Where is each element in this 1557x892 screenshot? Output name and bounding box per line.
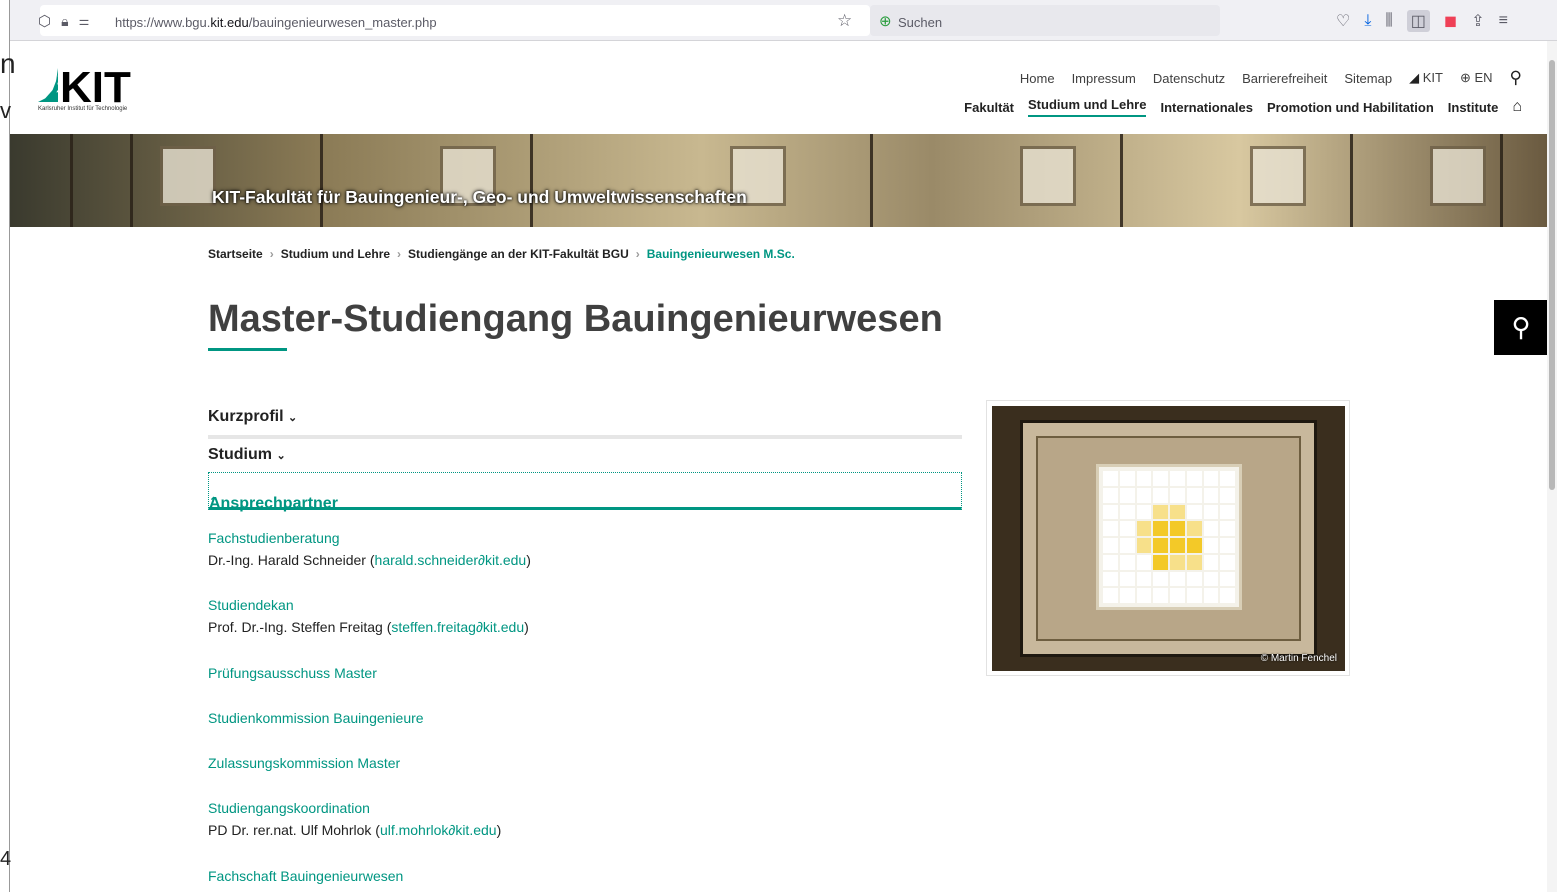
left-fragment: v (0, 98, 11, 123)
email-link[interactable]: steffen.freitag∂kit.edu (391, 619, 524, 635)
scrollbar-thumb[interactable] (1549, 60, 1555, 490)
contact-role-link[interactable]: Fachschaft Bauingenieurwesen (208, 865, 403, 887)
nav-internationales[interactable]: Internationales (1160, 100, 1252, 115)
meta-nav-sitemap[interactable]: Sitemap (1344, 71, 1392, 86)
contact-item: Studiengangskoordination PD Dr. rer.nat.… (208, 797, 501, 841)
accordion-label: Studium (208, 446, 272, 463)
chevron-right-icon: › (269, 247, 274, 261)
bookmark-star-icon[interactable]: ☆ (837, 11, 852, 31)
hero-title: KIT-Fakultät für Bauingenieur-, Geo- und… (212, 187, 747, 207)
meta-nav-datenschutz[interactable]: Datenschutz (1153, 71, 1225, 86)
contact-item: Fachschaft Bauingenieurwesen (208, 865, 403, 887)
accordion-label: Kurzprofil (208, 408, 284, 425)
contact-role-link[interactable]: Studiendekan (208, 594, 529, 616)
breadcrumb-item[interactable]: Studium und Lehre (281, 247, 390, 261)
breadcrumb-current: Bauingenieurwesen M.Sc. (646, 247, 795, 261)
meta-nav-language[interactable]: ⊕ EN (1460, 70, 1493, 86)
header-search-icon[interactable]: ⚲ (1510, 68, 1522, 88)
email-link[interactable]: harald.schneider∂kit.edu (375, 552, 527, 568)
meta-nav-home[interactable]: Home (1020, 71, 1055, 86)
library-icon[interactable]: ⫼ (1385, 12, 1392, 30)
contact-role-link[interactable]: Prüfungsausschuss Master (208, 662, 377, 684)
floating-search-button[interactable]: ⚲ (1494, 300, 1548, 355)
globe-icon: ⊕ (1459, 70, 1471, 85)
chevron-down-icon: ⌄ (288, 412, 298, 424)
meta-nav-barrierefreiheit[interactable]: Barrierefreiheit (1242, 71, 1327, 86)
contact-role-link[interactable]: Fachstudienberatung (208, 527, 531, 549)
sidebar-icon[interactable]: ◫ (1406, 10, 1430, 32)
nav-studium-und-lehre[interactable]: Studium und Lehre (1028, 97, 1147, 117)
home-icon[interactable]: ⌂ (1512, 98, 1522, 116)
accordion-kurzprofil[interactable]: Kurzprofil ⌄ (208, 408, 962, 439)
breadcrumb-item[interactable]: Studiengänge an der KIT-Fakultät BGU (408, 247, 629, 261)
left-fragment: n (0, 48, 16, 79)
nav-fakultaet[interactable]: Fakultät (964, 100, 1014, 115)
contact-role-link[interactable]: Studienkommission Bauingenieure (208, 707, 424, 729)
skylight-grid (1096, 464, 1242, 610)
chevron-up-icon: ⌃ (209, 496, 219, 508)
nav-promotion[interactable]: Promotion und Habilitation (1267, 100, 1434, 115)
main-navigation: Fakultät Studium und Lehre International… (964, 97, 1522, 117)
pocket-save-icon[interactable]: ♡ (1336, 11, 1350, 31)
accordion-label: Ansprechpartner (209, 495, 338, 512)
breadcrumb-item[interactable]: Startseite (208, 247, 263, 261)
meta-navigation: Home Impressum Datenschutz Barrierefreih… (1020, 68, 1522, 88)
meta-nav-kit[interactable]: ◢ KIT (1409, 70, 1443, 86)
contact-item: Studiendekan Prof. Dr.-Ing. Steffen Frei… (208, 594, 529, 638)
hero-banner: KIT-Fakultät für Bauingenieur-, Geo- und… (10, 134, 1547, 227)
contact-role-link[interactable]: Studiengangskoordination (208, 797, 501, 819)
logo-wordmark: KIT (60, 63, 131, 104)
accordion-ansprechpartner[interactable]: Ansprechpartner ⌃ (208, 472, 962, 512)
share-icon[interactable]: ⇪ (1471, 11, 1484, 31)
search-icon: ⚲ (1511, 312, 1531, 342)
logo-subtitle: Karlsruher Institut für Technologie (38, 106, 128, 112)
email-link[interactable]: ulf.mohrlok∂kit.edu (380, 822, 497, 838)
permissions-icon[interactable]: ⚌ (79, 14, 90, 28)
contact-item: Fachstudienberatung Dr.-Ing. Harald Schn… (208, 527, 531, 571)
accordion-studium[interactable]: Studium ⌄ (208, 446, 962, 464)
chevron-down-icon: ⌄ (276, 450, 286, 462)
breadcrumb: Startseite › Studium und Lehre › Studien… (208, 247, 795, 261)
left-fragment: 4 (0, 848, 12, 870)
photo-credit: © Martin Fenchel (1260, 653, 1337, 664)
url-text[interactable]: https://www.bgu.kit.edu/bauingenieurwese… (115, 15, 437, 30)
title-underline (208, 348, 287, 351)
browser-search-placeholder: Suchen (898, 15, 943, 30)
extension-icon[interactable]: ◼ (1444, 11, 1457, 31)
divider (208, 435, 962, 439)
url-icons: ⬡ 🔒︎ ⚌ (38, 12, 90, 31)
menu-icon[interactable]: ≡ (1499, 12, 1508, 30)
kit-mini-icon: ◢ (1409, 70, 1420, 85)
page-title: Master-Studiengang Bauingenieurwesen (208, 298, 943, 340)
contact-item: Zulassungskommission Master (208, 752, 400, 774)
contact-item: Studienkommission Bauingenieure (208, 707, 424, 729)
contact-role-link[interactable]: Zulassungskommission Master (208, 752, 400, 774)
search-engine-icon[interactable]: ⊕ (879, 12, 892, 30)
left-panel-edge: n v 4 (0, 0, 16, 892)
chevron-right-icon: › (397, 247, 402, 261)
nav-institute[interactable]: Institute (1448, 100, 1499, 115)
lock-icon[interactable]: 🔒︎ (61, 13, 68, 30)
chevron-right-icon: › (635, 247, 640, 261)
skylight-photo: © Martin Fenchel (986, 400, 1350, 676)
download-icon[interactable]: ⤓ (1364, 12, 1371, 30)
kit-logo[interactable]: KIT (38, 62, 144, 104)
contact-item: Prüfungsausschuss Master (208, 662, 377, 684)
browser-toolbar-icons: ♡ ⤓ ⫼ ◫ ◼ ⇪ ≡ (1336, 10, 1508, 32)
meta-nav-impressum[interactable]: Impressum (1072, 71, 1136, 86)
shield-icon[interactable]: ⬡ (38, 12, 51, 30)
